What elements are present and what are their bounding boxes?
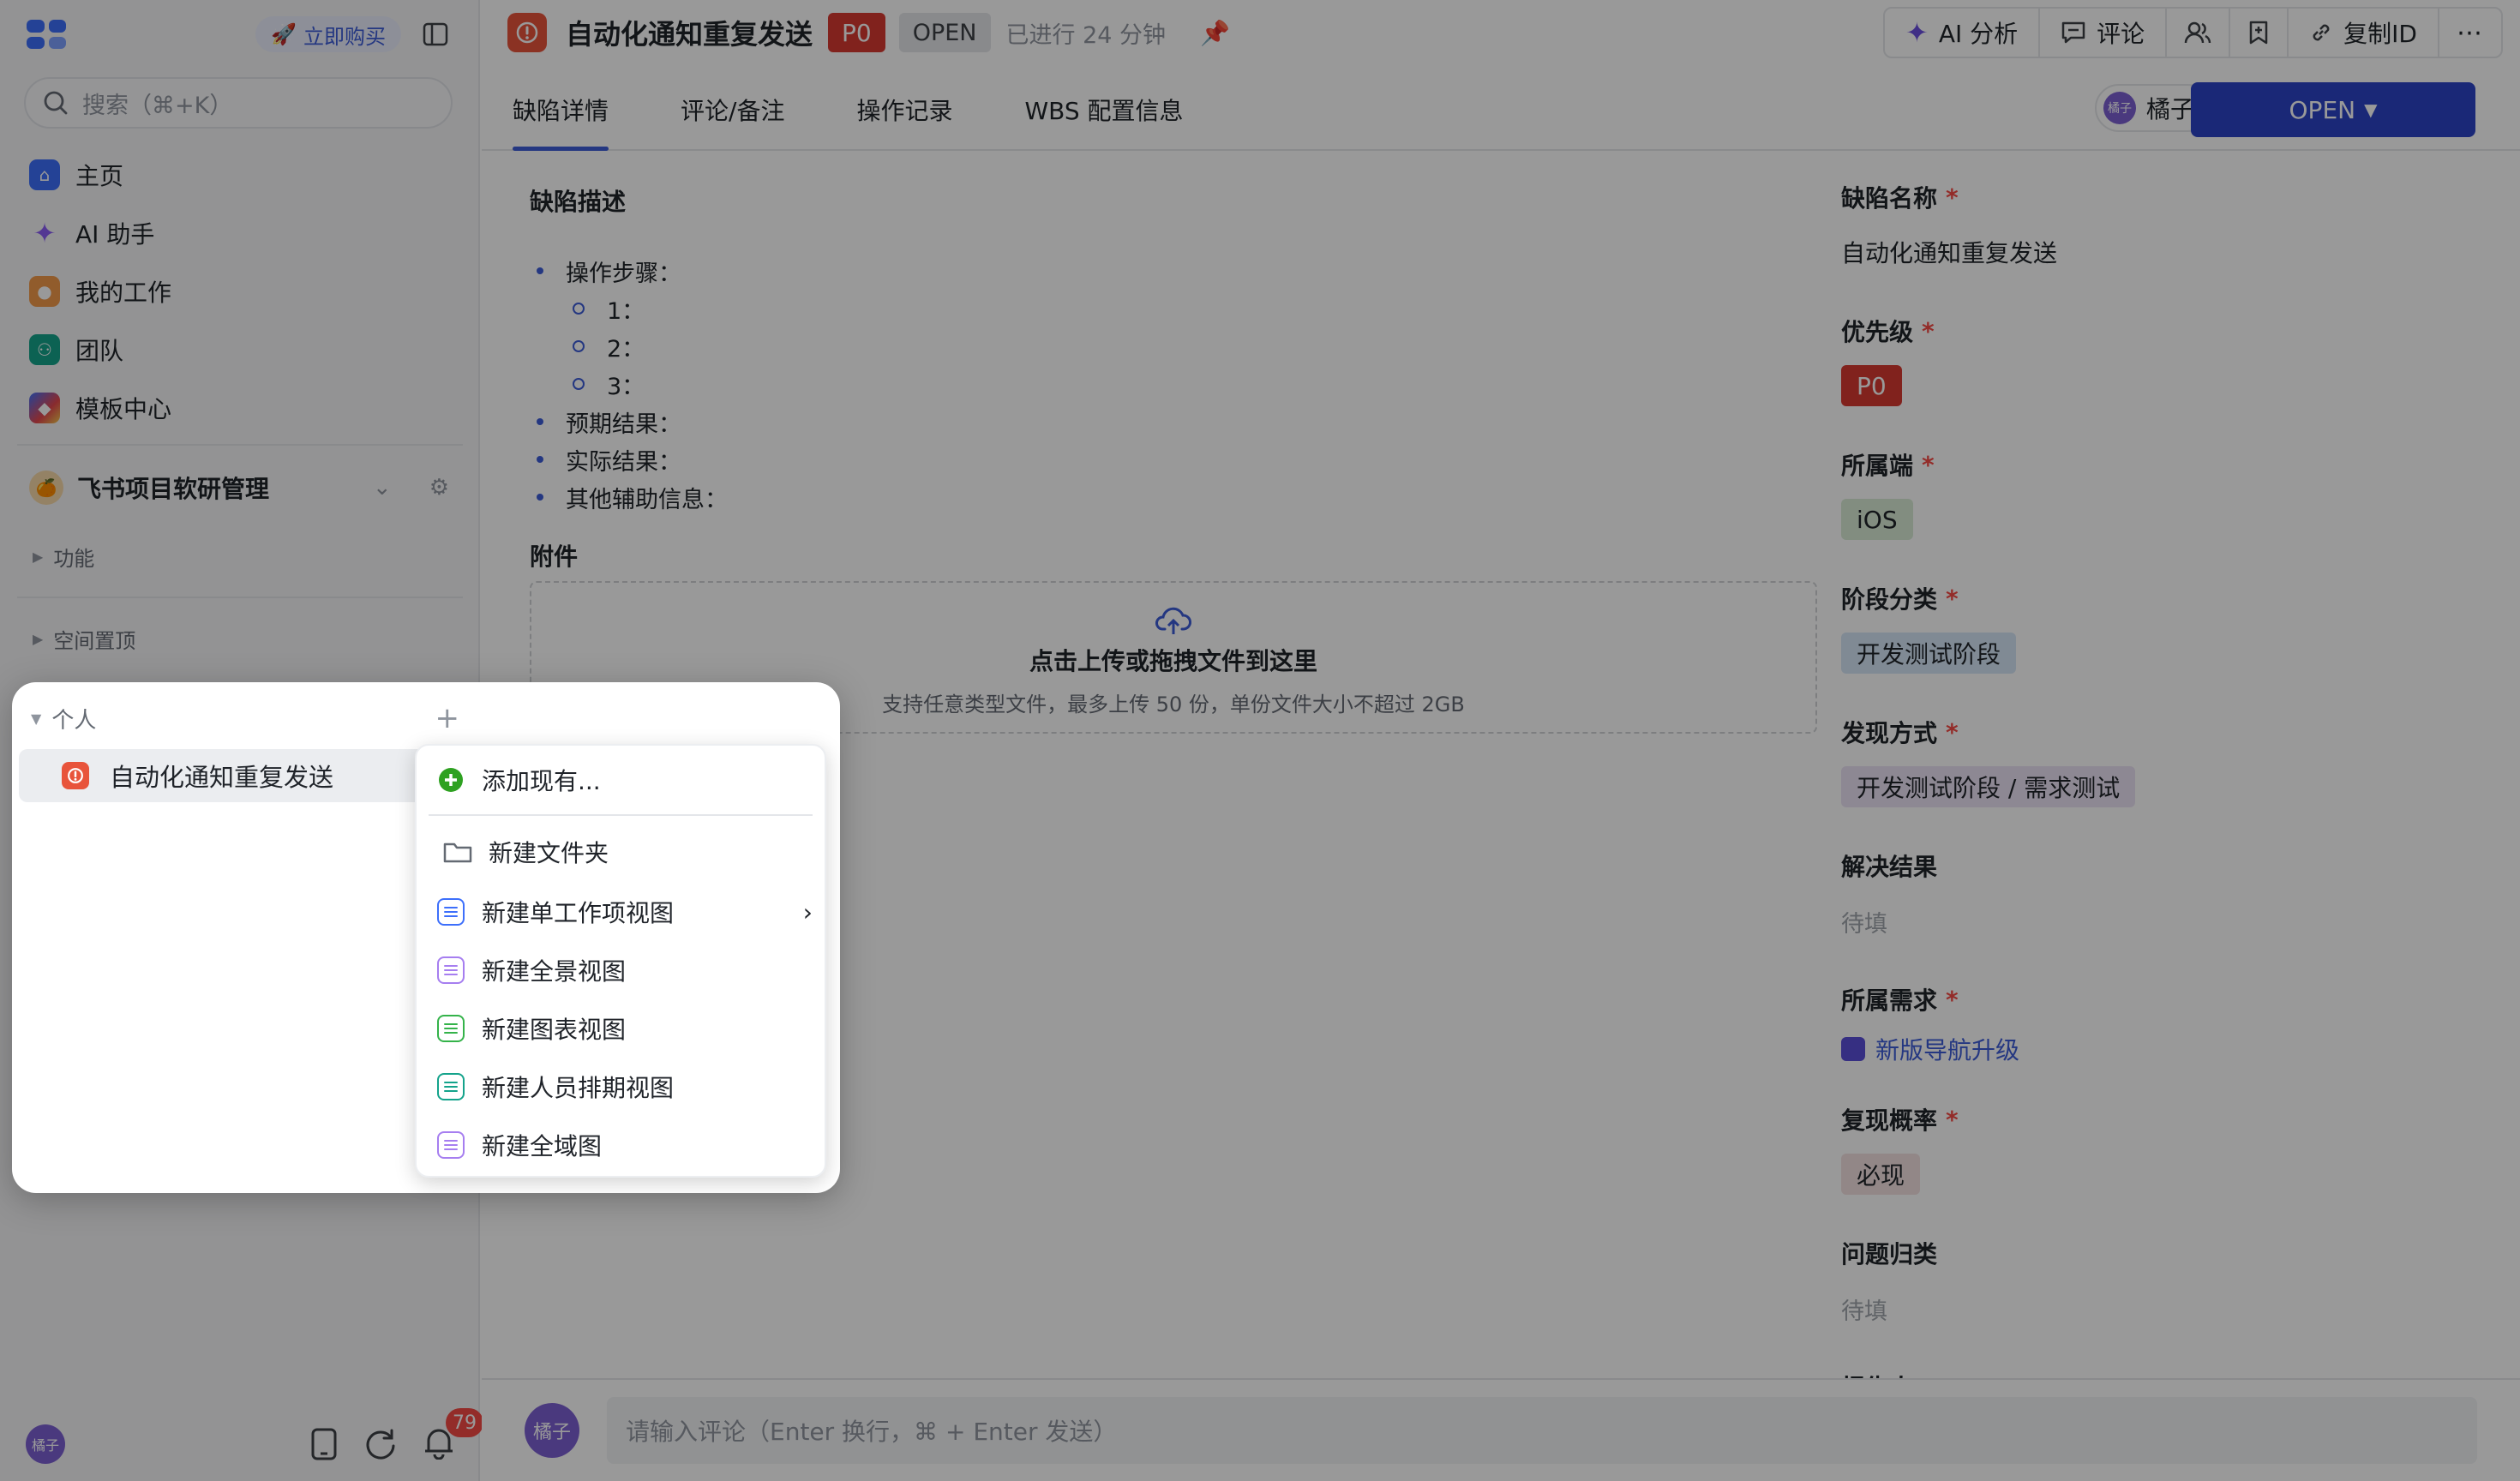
folder-icon [442,836,473,867]
personal-item-label: 自动化通知重复发送 [110,763,334,792]
global-view-icon [435,1130,466,1160]
menu-item-label: 添加现有... [482,767,601,795]
plus-icon[interactable]: + [435,701,460,735]
menu-divider [429,814,813,816]
section-label: 个人 [51,707,97,734]
bug-icon [62,762,89,789]
add-circle-icon [435,764,466,795]
caret-down-icon: ▼ [31,710,42,727]
menu-item-new-chart-view[interactable]: 新建图表视图 [435,1004,813,1052]
chart-view-icon [435,1013,466,1044]
menu-item-new-single-view[interactable]: 新建单工作项视图 › [435,888,813,936]
menu-item-label: 新建文件夹 [489,839,609,867]
schedule-view-icon [435,1071,466,1102]
menu-item-label: 新建全域图 [482,1132,603,1160]
menu-item-add-existing[interactable]: 添加现有... [435,756,813,804]
menu-item-new-global-view[interactable]: 新建全域图 [435,1121,813,1169]
menu-item-label: 新建图表视图 [482,1016,627,1044]
menu-item-new-folder[interactable]: 新建文件夹 [435,828,813,876]
add-context-menu: 添加现有... 新建文件夹 新建单工作项视图 › 新建全景视图 新建图表视图 新… [415,744,826,1178]
personal-item[interactable]: 自动化通知重复发送 [19,749,432,802]
menu-item-label: 新建人员排期视图 [482,1074,675,1102]
menu-item-label: 新建单工作项视图 [482,899,675,927]
personal-section-header[interactable]: ▼ 个人 + [31,701,459,735]
menu-item-new-panorama-view[interactable]: 新建全景视图 [435,946,813,994]
list-view-icon [435,896,466,927]
panorama-view-icon [435,955,466,986]
chevron-right-icon: › [802,897,813,926]
menu-item-new-schedule-view[interactable]: 新建人员排期视图 [435,1063,813,1111]
menu-item-label: 新建全景视图 [482,957,627,986]
